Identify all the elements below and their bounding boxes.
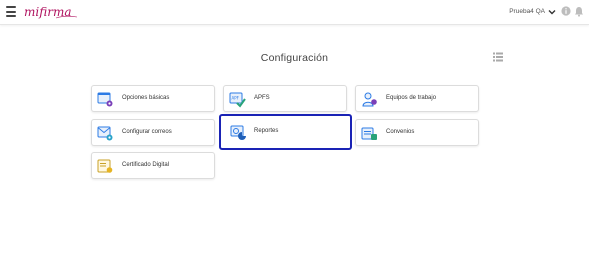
- mifirma-logo[interactable]: mifirma: [23, 3, 79, 21]
- top-bar: mifirma Prueba4 QA: [0, 0, 589, 25]
- svg-text:APF: APF: [232, 96, 240, 101]
- card-equipos-de-trabajo[interactable]: Equipos de trabajo: [355, 85, 479, 112]
- card-label: Certificado Digital: [122, 162, 170, 168]
- card-label: Configurar correos: [122, 129, 172, 135]
- card-label: Opciones básicas: [122, 95, 170, 101]
- user-name[interactable]: Prueba4 QA: [509, 8, 545, 15]
- card-label: Reportes: [254, 128, 279, 134]
- card-opciones-basicas[interactable]: Opciones básicas: [91, 85, 215, 112]
- card-convenios[interactable]: Convenios: [355, 119, 479, 146]
- certificate-icon: [97, 159, 113, 173]
- card-apfs[interactable]: APF APFS: [223, 85, 347, 112]
- card-configurar-correos[interactable]: Configurar correos: [91, 119, 215, 146]
- email-settings-icon: [97, 126, 113, 141]
- settings-window-icon: [97, 92, 113, 107]
- agreement-icon: [361, 127, 377, 140]
- bell-icon[interactable]: [574, 6, 584, 17]
- card-certificado-digital[interactable]: Certificado Digital: [91, 152, 215, 179]
- report-chart-icon: [230, 125, 246, 140]
- card-reportes[interactable]: Reportes: [219, 114, 352, 150]
- svg-text:mifirma: mifirma: [24, 5, 72, 19]
- card-label: Equipos de trabajo: [386, 95, 437, 101]
- info-icon[interactable]: [561, 6, 571, 16]
- card-label: APFS: [254, 95, 270, 101]
- menu-icon[interactable]: [6, 6, 16, 18]
- card-label: Convenios: [386, 129, 415, 135]
- team-users-icon: [362, 92, 377, 107]
- chevron-down-icon[interactable]: [548, 8, 556, 16]
- list-grid-icon[interactable]: [493, 52, 503, 62]
- seal-check-icon: APF: [229, 92, 246, 108]
